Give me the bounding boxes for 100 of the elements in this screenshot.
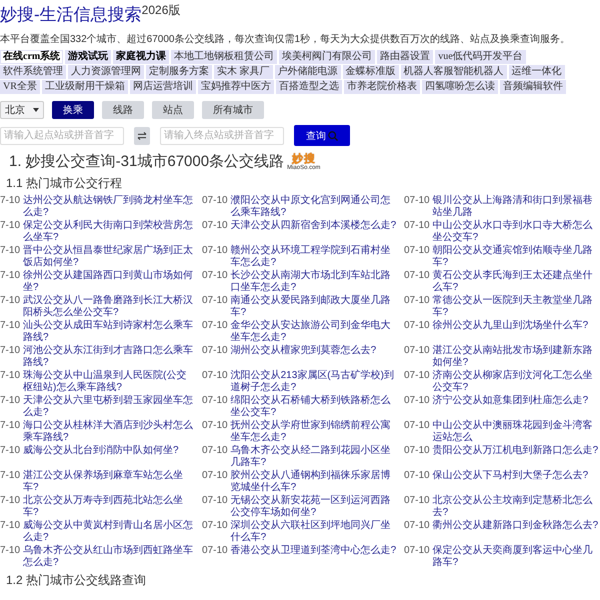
date-label: 07-10	[202, 520, 228, 533]
trip-link[interactable]: 济宁公交从如意集团到杜庙怎么走?	[432, 395, 588, 419]
tag-link[interactable]: 宝妈推荐中医方	[198, 80, 274, 94]
trip-link[interactable]: 南通公交从爱民路到邮政大厦坐几路车?	[230, 295, 398, 319]
trip-link[interactable]: 银川公交从上海路清和街口到景福巷站坐几路	[432, 195, 600, 219]
trip-link[interactable]: 深圳公交从六联社区到坪地同兴厂坐什么车?	[230, 520, 398, 544]
tag-link[interactable]: 本地工地钢板租赁公司	[171, 50, 278, 64]
subsection-heading: 1.2 热门城市公交线路查询	[5, 572, 148, 588]
trip-link[interactable]: 贵阳公交从万江机电到新路口怎么走?	[432, 445, 598, 469]
query-button[interactable]: 查询	[294, 125, 350, 146]
trip-link[interactable]: 长沙公交从南湖大市场北到车站北路口坐车怎么走?	[230, 270, 398, 294]
date-label: 07-10	[202, 470, 228, 483]
trip-link[interactable]: 湛江公交从南站批发市场到建新东路如何坐?	[432, 345, 600, 369]
city-select[interactable]: 北京	[0, 101, 44, 119]
date-label: 7-10	[0, 495, 20, 508]
trip-link[interactable]: 威海公交从北台到消防中队如何坐?	[23, 445, 179, 469]
trip-link[interactable]: 衢州公交从建新路口到金秋路怎么去?	[432, 520, 598, 544]
trip-link[interactable]: 香港公交从卫理道到荃湾中心怎么走?	[230, 545, 396, 569]
tag-link[interactable]: 实木 家具厂	[214, 65, 272, 79]
date-label: 07-10	[202, 445, 228, 458]
search-icon	[328, 130, 338, 140]
trip-link[interactable]: 保山公交从下马村到大堡子怎么去?	[432, 470, 588, 494]
tag-link[interactable]: 游戏试玩	[65, 50, 112, 64]
trip-link[interactable]: 珠海公交从中山温泉到人民医院(公交枢纽站)怎么乘车路线?	[23, 370, 196, 394]
trip-link[interactable]: 常德公交从一医院到天主教堂坐几路车?	[432, 295, 600, 319]
trip-link[interactable]: 中山公交从水口寺到水口寺大桥怎么坐公交车?	[432, 220, 600, 244]
tag-link[interactable]: 工业级耐用干燥箱	[42, 80, 128, 94]
date-label: 07-10	[202, 320, 228, 333]
trip-link[interactable]: 北京公交从公主坟南到定慧桥北怎么去?	[432, 495, 600, 519]
date-label: 7-10	[0, 220, 20, 233]
trip-link[interactable]: 晋中公交从恒昌泰世纪家居广场到正太饭店如何坐?	[23, 245, 196, 269]
mode-tab[interactable]: 所有城市	[202, 101, 264, 119]
tag-link[interactable]: 网店运营培训	[130, 80, 196, 94]
tag-link[interactable]: 机器人客服智能机器人	[400, 65, 506, 79]
trip-link[interactable]: 绵阳公交从石桥铺大桥到铁路桥怎么坐公交车?	[230, 395, 398, 419]
trip-link[interactable]: 湖州公交从檀家兜到莫蓉怎么去?	[230, 345, 376, 369]
from-field[interactable]: 请输入起点站或拼音首字	[0, 126, 124, 144]
trip-link[interactable]: 保定公交从天奕商厦到客运中心坐几路车?	[432, 545, 600, 569]
date-label: 07-10	[202, 295, 228, 308]
trip-link[interactable]: 汕头公交从成田车站到诗家村怎么乘车路线?	[23, 320, 196, 344]
trip-link[interactable]: 达州公交从航达钢铁厂到骑龙村坐车怎么走?	[23, 195, 196, 219]
trip-link[interactable]: 武汉公交从八一路鲁磨路到长江大桥汉阳桥头怎么坐公交车?	[23, 295, 196, 319]
tag-link[interactable]: 家庭视力课	[113, 50, 170, 64]
date-label: 07-10	[404, 220, 430, 233]
tag-link[interactable]: 人力资源管理网	[68, 65, 144, 79]
trip-link[interactable]: 乌鲁木齐公交从红山市场到西虹路坐车怎么走?	[23, 545, 196, 569]
trip-link[interactable]: 天津公交从六里屯桥到碧玉家园坐车怎么走?	[23, 395, 196, 419]
tag-link[interactable]: 在线crm系统	[0, 50, 64, 64]
trip-link[interactable]: 濮阳公交从中原文化宫到网通公司怎么乘车路线?	[230, 195, 398, 219]
trip-link[interactable]: 保定公交从利民大街南口到荣校营房怎么坐车?	[23, 220, 196, 244]
date-label: 07-10	[404, 545, 430, 558]
trip-link[interactable]: 黄石公交从李氏海到王太还建点坐什么车?	[432, 270, 600, 294]
swap-icon	[137, 132, 147, 140]
trip-link[interactable]: 北京公交从万寿寺到西苑北站怎么坐车?	[23, 495, 196, 519]
trip-link[interactable]: 金华公交从安达旅游公司到金华电大坐车怎么走?	[230, 320, 398, 344]
tag-link[interactable]: 软件系统管理	[0, 65, 66, 79]
trip-link[interactable]: 徐州公交从建国路西口到黄山市场如何坐?	[23, 270, 196, 294]
trip-link[interactable]: 乌鲁木齐公交从经二路到花园小区坐几路车?	[230, 445, 398, 469]
tag-link[interactable]: vue低代码开发平台	[435, 50, 526, 64]
date-label: 7-10	[0, 320, 20, 333]
caret-icon	[33, 108, 39, 112]
trip-link[interactable]: 朝阳公交从交通宾馆到佑顺寺坐几路车?	[432, 245, 600, 269]
tag-link[interactable]: 百搭造型之选	[276, 80, 342, 94]
date-label: 07-10	[404, 345, 430, 358]
tag-link[interactable]: 户外储能电源	[274, 65, 340, 79]
date-label: 07-10	[202, 395, 228, 408]
trip-link[interactable]: 抚州公交从学府世家到锦绣前程公寓坐车怎么走?	[230, 420, 398, 444]
date-label: 07-10	[202, 545, 228, 558]
to-field[interactable]: 请输入终点站或拼音首字	[160, 126, 284, 144]
trip-link[interactable]: 沈阳公交从213家属区(马古矿学校)到道树子怎么走?	[230, 370, 398, 394]
trip-link[interactable]: 威海公交从中黄岚村到青山名居小区怎么走?	[23, 520, 196, 544]
trip-link[interactable]: 徐州公交从九里山到沈场坐什么车?	[432, 320, 588, 344]
tag-link[interactable]: 音频编辑软件	[500, 80, 566, 94]
trip-link[interactable]: 中山公交从中澳丽珠花园到金斗湾客运站怎么	[432, 420, 600, 444]
trip-link[interactable]: 天津公交从四新宿舍到本溪楼怎么走?	[230, 220, 396, 244]
trip-link[interactable]: 湛江公交从保养场到麻章车站怎么坐车?	[23, 470, 196, 494]
trip-link[interactable]: 无锡公交从新安花苑一区到运河西路公交停车场如何坐?	[230, 495, 398, 519]
mode-tab[interactable]: 站点	[152, 101, 194, 119]
date-label: 07-10	[202, 270, 228, 283]
trip-link[interactable]: 河池公交从东江街到才吉路口怎么乘车路线?	[23, 345, 196, 369]
date-label: 7-10	[0, 195, 20, 208]
tag-link[interactable]: 运维一体化	[508, 65, 564, 79]
date-label: 07-10	[202, 220, 228, 233]
trip-link[interactable]: 海口公交从桂林洋大酒店到沙头村怎么乘车路线?	[23, 420, 196, 444]
trip-link[interactable]: 胶州公交从八通钢构到福徕乐家居博览城坐什么车?	[230, 470, 398, 494]
mode-tab[interactable]: 线路	[102, 101, 144, 119]
trip-link[interactable]: 赣州公交从环境工程学院到石甫村坐车怎么走?	[230, 245, 398, 269]
trip-link[interactable]: 济南公交从柳家店到汶河化工怎么坐公交车?	[432, 370, 600, 394]
tag-link[interactable]: VR全景	[0, 80, 40, 94]
swap-button[interactable]	[134, 126, 150, 144]
tag-link[interactable]: 埃美柯阀门有限公司	[279, 50, 376, 64]
tag-link[interactable]: 路由器设置	[377, 50, 434, 64]
tag-link[interactable]: 市养老院价格表	[344, 80, 420, 94]
tag-link[interactable]: 金蝶标准版	[342, 65, 398, 79]
site-title[interactable]: 妙搜-生活信息搜索$^{2026版}$	[0, 5, 180, 24]
date-label: 7-10	[0, 520, 20, 533]
date-label: 07-10	[202, 245, 228, 258]
tag-link[interactable]: 四氢噻吩怎么读	[422, 80, 498, 94]
tag-link[interactable]: 定制服务方案	[146, 65, 212, 79]
mode-tab[interactable]: 换乘	[52, 101, 94, 119]
